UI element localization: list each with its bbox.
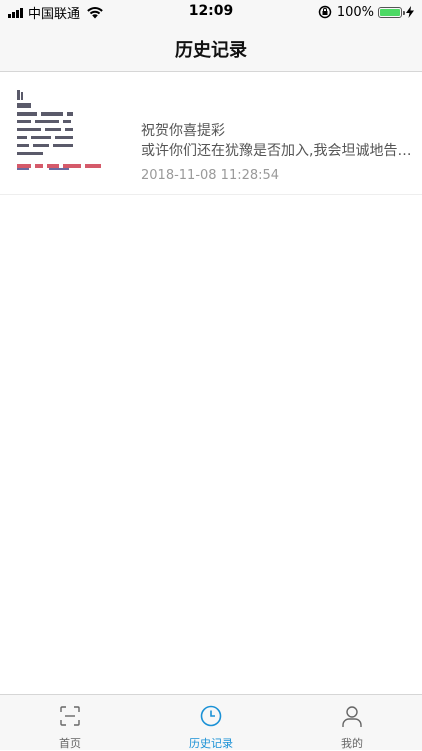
item-timestamp: 2018-11-08 11:28:54 xyxy=(141,168,280,183)
charging-icon xyxy=(406,6,414,18)
battery-fill xyxy=(380,8,400,16)
page-title: 历史记录 xyxy=(175,40,247,61)
status-right: 100% xyxy=(318,4,414,20)
tab-label: 历史记录 xyxy=(189,737,233,750)
battery-percent: 100% xyxy=(336,4,374,20)
list-item[interactable]: 祝贺你喜提彩 或许你们还在犹豫是否加入,我会坦诚地告诉你们 2018-11-08… xyxy=(0,72,422,195)
tab-bar: 首页 历史记录 我的 xyxy=(0,694,422,750)
tab-home[interactable]: 首页 xyxy=(0,695,140,751)
history-list: 祝贺你喜提彩 或许你们还在犹豫是否加入,我会坦诚地告诉你们 2018-11-08… xyxy=(0,72,422,195)
status-bar: 中国联通 12:09 100% xyxy=(0,0,422,24)
tab-mine[interactable]: 我的 xyxy=(282,695,422,751)
thumbnail-image xyxy=(15,88,105,176)
tab-label: 我的 xyxy=(341,737,363,750)
person-icon xyxy=(342,706,362,727)
battery-icon xyxy=(378,6,405,18)
nav-bar: 历史记录 xyxy=(0,24,422,72)
clock-icon xyxy=(200,705,222,727)
rotation-lock-icon xyxy=(318,5,332,19)
scan-icon xyxy=(60,706,80,726)
tab-label: 首页 xyxy=(59,737,81,750)
item-title: 祝贺你喜提彩 xyxy=(141,123,225,139)
item-summary: 或许你们还在犹豫是否加入,我会坦诚地告诉你们 xyxy=(141,143,419,159)
tab-history[interactable]: 历史记录 xyxy=(141,695,281,751)
